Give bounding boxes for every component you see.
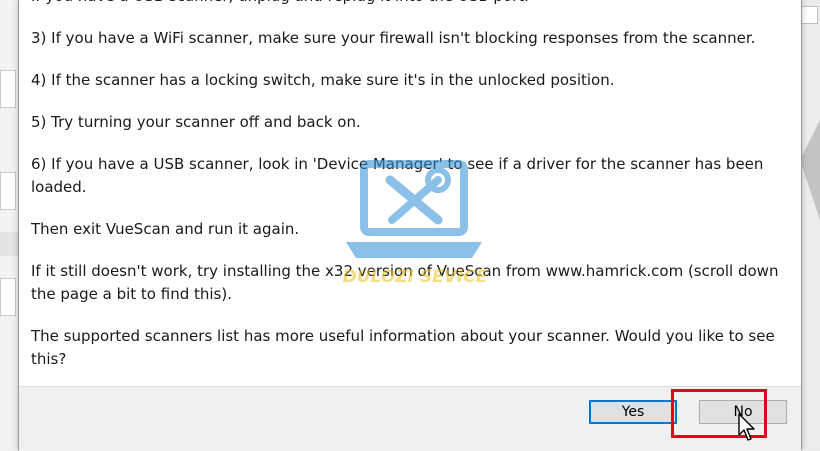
message-partial-line: If you have a USB scanner, unplug and re…	[31, 0, 791, 8]
message-paragraph-5: 5) Try turning your scanner off and back…	[31, 113, 361, 131]
background-control	[0, 70, 16, 108]
message-paragraph-3: 3) If you have a WiFi scanner, make sure…	[31, 29, 756, 47]
background-shape	[800, 120, 820, 220]
watermark-logo: DULOZI SEVICE	[340, 158, 490, 292]
watermark-text: DULOZI SEVICE	[343, 267, 488, 287]
message-paragraph-question: The supported scanners list has more use…	[31, 327, 775, 368]
message-paragraph-4: 4) If the scanner has a locking switch, …	[31, 71, 615, 89]
background-control	[0, 172, 16, 210]
background-control	[0, 278, 16, 316]
laptop-wrench-screwdriver-icon: DULOZI SEVICE	[343, 160, 488, 287]
background-scroll-button	[800, 6, 818, 24]
yes-button[interactable]: Yes	[589, 400, 677, 424]
mouse-pointer-icon	[738, 413, 755, 441]
